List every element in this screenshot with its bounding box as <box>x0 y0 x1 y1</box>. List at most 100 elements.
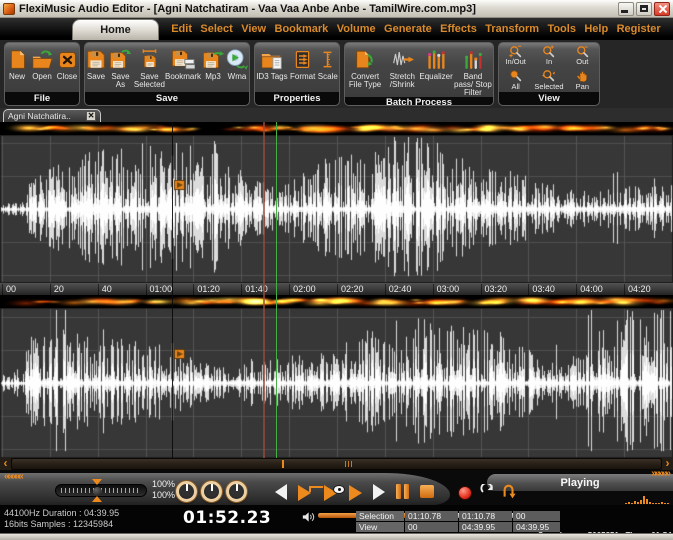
zoom-in-button[interactable]: In <box>532 43 565 68</box>
volume-knob[interactable] <box>176 481 197 502</box>
menu-generate[interactable]: Generate <box>384 23 432 35</box>
scrollbar-track[interactable] <box>11 458 662 470</box>
button-label: Pan <box>576 83 589 91</box>
document-tab-label: Agni Natchatira.. <box>8 111 71 121</box>
close-file-button[interactable]: Close <box>57 45 78 81</box>
menu-register[interactable]: Register <box>617 23 661 35</box>
button-label: Stretch /Shrink <box>385 73 419 89</box>
save-selected-button[interactable]: Save Selected <box>134 45 165 89</box>
button-label: Save Selected <box>134 73 165 89</box>
menu-bookmark[interactable]: Bookmark <box>275 23 329 35</box>
zoom-slider[interactable] <box>55 484 147 497</box>
convert-file-type-button[interactable]: Convert File Type <box>345 45 385 89</box>
menu-tools[interactable]: Tools <box>547 23 576 35</box>
zoom-out-icon <box>576 44 589 58</box>
button-label: Band pass/ Stop Filter <box>453 73 493 97</box>
menu-effects[interactable]: Effects <box>440 23 477 35</box>
menu-volume[interactable]: Volume <box>337 23 376 35</box>
id3-tags-icon <box>260 45 284 73</box>
scroll-left-arrow[interactable]: ‹ <box>0 458 11 470</box>
play-button[interactable] <box>373 484 385 500</box>
scale-ruler-icon <box>318 45 337 73</box>
minimize-button[interactable] <box>618 2 634 16</box>
document-tab[interactable]: Agni Natchatira.. <box>3 109 101 122</box>
button-label: Out <box>576 58 588 66</box>
ruler-tick-label: 02:40 <box>385 284 412 295</box>
overview-strip-bottom[interactable] <box>0 295 673 308</box>
button-label: Scale <box>318 73 338 81</box>
pause-button[interactable] <box>396 484 409 499</box>
zoom-out-button[interactable]: Out <box>566 43 599 68</box>
play-from-marker-icon <box>298 485 311 501</box>
bookmark-save-button[interactable]: Bookmark <box>165 45 201 81</box>
maximize-button[interactable] <box>636 2 652 16</box>
record-button[interactable] <box>458 486 472 500</box>
ruler-tick-label: 02:20 <box>337 284 364 295</box>
pan-button[interactable]: Pan <box>566 68 599 93</box>
equalizer-icon <box>425 45 447 73</box>
vertical-zoom-value: 100% <box>152 490 175 501</box>
rewind-chevrons-icon[interactable]: ««««« <box>4 471 22 482</box>
play-backward-button[interactable] <box>275 484 287 500</box>
stretch-shrink-button[interactable]: Stretch /Shrink <box>385 45 419 89</box>
menu-transform[interactable]: Transform <box>485 23 539 35</box>
zoom-slider-handle-top[interactable] <box>92 479 102 485</box>
save-button[interactable]: Save <box>85 45 107 81</box>
eye-icon <box>333 485 345 494</box>
view-end: 04:39.95 <box>459 522 512 532</box>
menu-select[interactable]: Select <box>200 23 232 35</box>
play-backward-icon <box>275 484 287 500</box>
zoom-slider-handle-bottom[interactable] <box>92 496 102 502</box>
bits-samples: 16bits Samples : 12345984 <box>4 519 119 530</box>
waveform-left-channel[interactable] <box>0 135 673 283</box>
return-arrow-icon[interactable] <box>502 482 516 504</box>
zoom-slider-knob[interactable] <box>93 487 102 496</box>
menu-edit[interactable]: Edit <box>171 23 192 35</box>
band-pass-stop-filter-button[interactable]: Band pass/ Stop Filter <box>453 45 493 97</box>
tab-close-button[interactable] <box>86 111 96 121</box>
save-floppy-icon <box>85 45 107 73</box>
play-selection-button[interactable] <box>349 485 362 501</box>
wma-button[interactable]: Wma <box>225 45 249 81</box>
horizontal-scrollbar[interactable]: ‹ › <box>0 458 673 470</box>
selection-table: Selection 01:10.78 01:10.78 00 View 00 0… <box>356 511 560 532</box>
waveform-right-channel[interactable] <box>0 308 673 458</box>
timeline-ruler[interactable]: 00204001:0001:2001:4002:0002:2002:4003:0… <box>0 283 673 295</box>
stop-button[interactable] <box>420 485 434 498</box>
play-from-marker-button[interactable] <box>298 485 311 501</box>
scrollbar-grip[interactable] <box>345 461 353 467</box>
zoom-in-out-button[interactable]: In/Out <box>499 43 532 68</box>
menu-help[interactable]: Help <box>584 23 608 35</box>
zoom-in-icon <box>542 44 555 58</box>
view-row-label: View <box>356 522 404 532</box>
speed-knob[interactable] <box>226 481 247 502</box>
equalizer-button[interactable]: Equalizer <box>419 45 452 81</box>
mp3-button[interactable]: Mp3 <box>201 45 225 81</box>
ruler-tick-label: 40 <box>98 284 112 295</box>
balance-knob[interactable] <box>201 481 222 502</box>
scale-button[interactable]: Scale <box>318 45 338 81</box>
new-button[interactable]: New <box>7 45 28 81</box>
maximize-icon <box>640 5 648 12</box>
id3-tags-button[interactable]: ID3 Tags <box>256 45 287 81</box>
playback-status: Playing <box>560 477 599 489</box>
forward-chevrons-icon[interactable]: »»»»» <box>651 468 669 479</box>
zoom-selected-button[interactable]: Selected <box>532 68 565 93</box>
transport-bar: ««««« »»»»» 100% 100% Playing <box>0 470 673 505</box>
group-label: View <box>499 92 599 105</box>
ruler-tick-label: 01:40 <box>241 284 268 295</box>
window-title: FlexiMusic Audio Editor - [Agni Natchati… <box>19 3 476 15</box>
play-view-button[interactable] <box>324 485 337 501</box>
selection-row-label: Selection <box>356 511 404 521</box>
zoom-all-button[interactable]: All <box>499 68 532 93</box>
open-button[interactable]: Open <box>31 45 54 81</box>
menu-view[interactable]: View <box>241 23 266 35</box>
ribbon-group-save: Save Save As Save Selected <box>84 42 250 106</box>
save-as-button[interactable]: Save As <box>107 45 134 89</box>
tab-home[interactable]: Home <box>72 19 159 40</box>
close-button[interactable] <box>654 2 670 16</box>
ruler-tick-label: 04:00 <box>576 284 603 295</box>
overview-strip-top[interactable] <box>0 122 673 135</box>
loop-icon[interactable] <box>480 484 495 504</box>
format-button[interactable]: Format <box>290 45 315 81</box>
